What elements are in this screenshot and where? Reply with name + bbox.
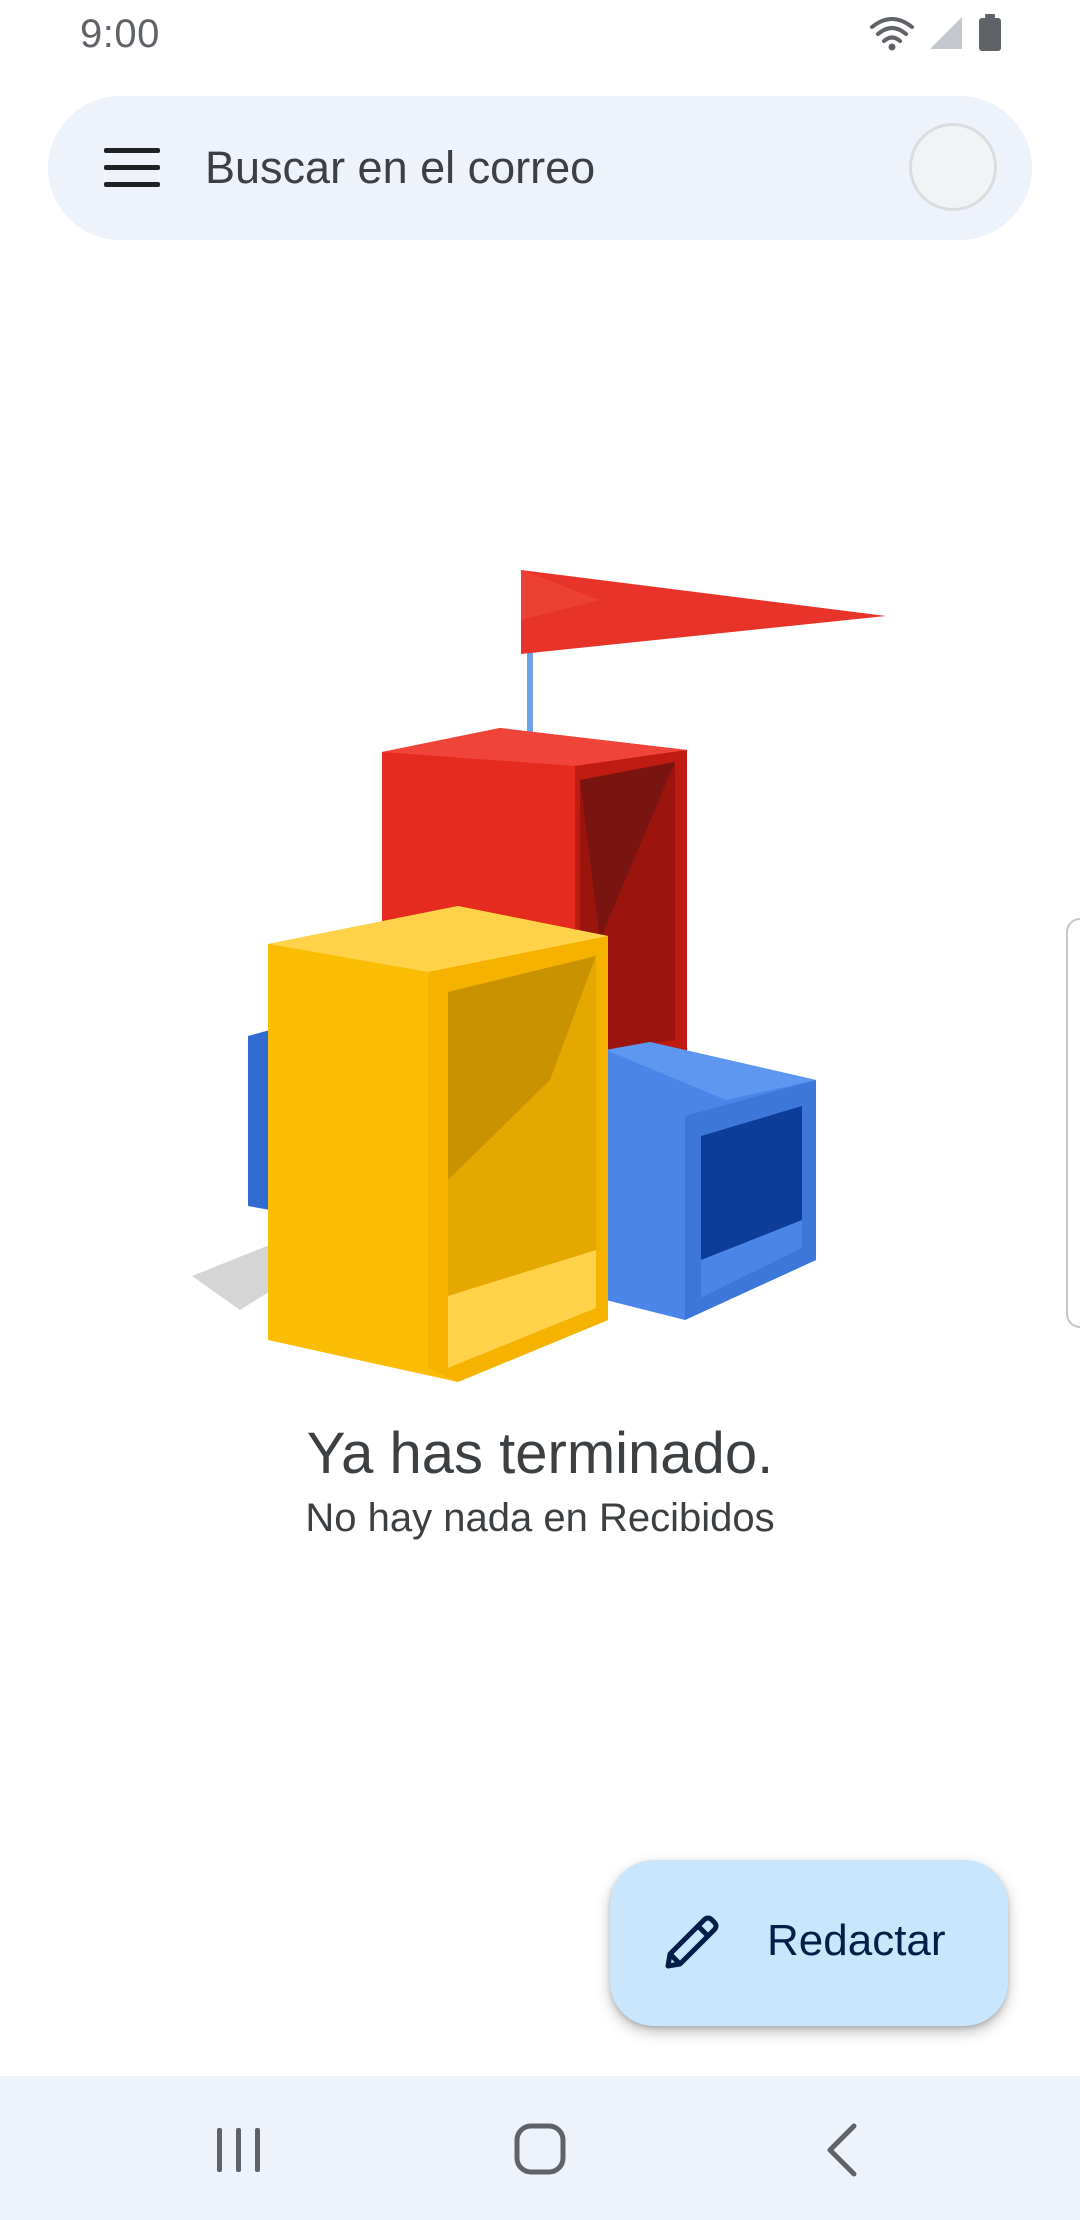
home-icon[interactable] xyxy=(500,2112,580,2188)
compose-button[interactable]: Redactar xyxy=(610,1860,1008,2026)
gmail-inbox-screen: 9:00 Buscar en el correo Ya has terminad… xyxy=(0,0,1080,2220)
empty-state-title: Ya has terminado. xyxy=(306,1421,774,1486)
recent-apps-icon[interactable] xyxy=(198,2112,278,2188)
signal-icon xyxy=(930,17,962,49)
pencil-icon xyxy=(665,1915,719,1969)
search-bar[interactable]: Buscar en el correo xyxy=(48,96,1032,240)
battery-icon xyxy=(979,14,1001,51)
system-navigation-bar xyxy=(0,2076,1080,2220)
menu-icon[interactable] xyxy=(104,146,160,190)
avatar[interactable] xyxy=(909,123,997,211)
status-bar: 9:00 xyxy=(0,0,1080,72)
empty-state-subtitle: No hay nada en Recibidos xyxy=(305,1496,775,1540)
search-input[interactable]: Buscar en el correo xyxy=(205,142,595,194)
compose-label: Redactar xyxy=(767,1916,946,1965)
wifi-icon xyxy=(870,17,914,51)
back-icon[interactable] xyxy=(800,2112,880,2188)
status-icons xyxy=(870,14,1002,52)
edge-panel-handle[interactable] xyxy=(1066,918,1080,1328)
empty-inbox-illustration xyxy=(192,570,886,1382)
status-time: 9:00 xyxy=(80,12,160,56)
